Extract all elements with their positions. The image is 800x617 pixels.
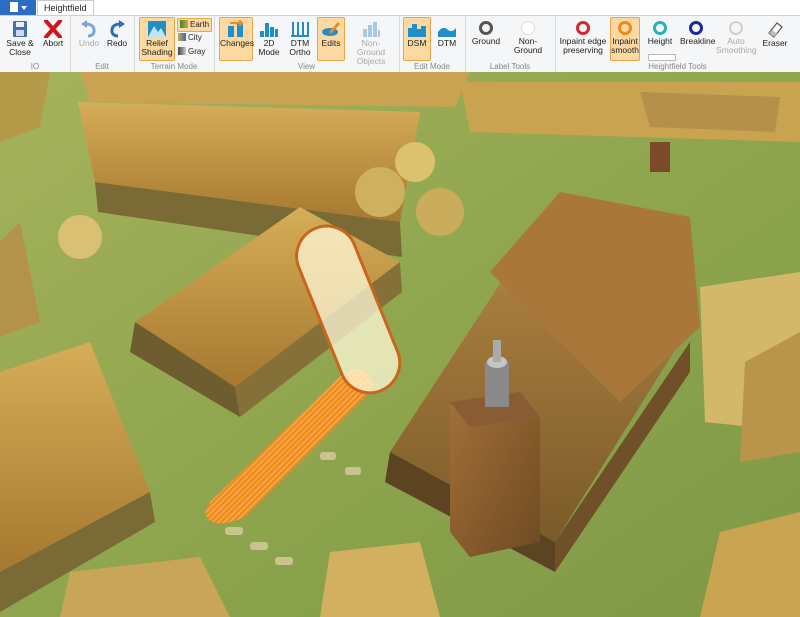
close-icon (44, 20, 62, 38)
undo-label: Undo (78, 38, 100, 48)
2d-mode-button[interactable]: 2D Mode (255, 17, 283, 61)
edits-label: Edits (321, 38, 341, 48)
gray-swatch-icon (178, 47, 186, 55)
ground-circle-icon (479, 21, 493, 35)
auto-smoothing-label: Auto Smoothing (716, 36, 757, 55)
group-label-label-tools: Label Tools (489, 62, 531, 71)
ground-button[interactable]: Ground (469, 17, 503, 61)
group-label-edit-mode: Edit Mode (413, 62, 451, 71)
dsm-label: DSM (407, 38, 427, 48)
edits-icon (322, 22, 340, 36)
eraser-icon (768, 22, 783, 38)
gray-option[interactable]: Gray (178, 46, 205, 58)
group-edit-mode: DSM DTM Edit Mode (399, 16, 466, 72)
group-view: Changes 2D Mode DTM Ortho Edits Non-Grou… (214, 16, 400, 72)
document-icon (10, 2, 18, 12)
app-menu-button[interactable] (0, 0, 36, 15)
dtm-ortho-label: DTM Ortho (289, 38, 311, 57)
save-close-button[interactable]: Save & Close (3, 17, 37, 61)
inpaint-edge-preserving-button[interactable]: Inpaint edge preserving (558, 17, 608, 61)
non-ground-circle-icon (521, 21, 535, 35)
chevron-down-icon (21, 6, 27, 10)
auto-smoothing-circle-icon (729, 21, 743, 35)
terrain-render (0, 72, 800, 617)
redo-button[interactable]: Redo (104, 17, 130, 61)
undo-icon (81, 20, 96, 38)
redo-label: Redo (106, 38, 128, 48)
2d-mode-icon (260, 23, 278, 37)
breakline-label: Breakline (680, 36, 716, 46)
save-close-label: Save & Close (6, 38, 34, 57)
city-swatch-icon (178, 33, 186, 41)
group-label-terrain: Terrain Mode (150, 62, 198, 71)
relief-shading-button[interactable]: Relief Shading (139, 17, 175, 61)
relief-shading-icon (148, 21, 166, 37)
inpaint-edge-circle-icon (576, 21, 590, 35)
abort-label: Abort (42, 38, 64, 48)
inpaint-smooth-circle-icon (618, 21, 632, 35)
height-button[interactable]: Height (643, 17, 677, 61)
group-terrain-mode: Relief Shading Earth City Gray Terrain M… (134, 16, 215, 72)
inpaint-smooth-button[interactable]: Inpaint smooth (610, 17, 640, 61)
undo-button[interactable]: Undo (76, 17, 102, 61)
non-ground-label: Non-Ground (513, 36, 543, 55)
earth-label: Earth (190, 20, 210, 29)
tab-bar: Heightfield (0, 0, 800, 15)
group-label-view: View (297, 62, 316, 71)
save-icon (13, 21, 27, 37)
height-circle-icon (653, 21, 667, 35)
eraser-button[interactable]: Eraser (759, 17, 791, 61)
city-label: City (188, 33, 202, 42)
redo-icon (110, 20, 125, 38)
changes-button[interactable]: Changes (219, 17, 255, 61)
tab-heightfield[interactable]: Heightfield (37, 0, 94, 15)
dtm-ortho-icon (291, 22, 309, 37)
auto-smoothing-button[interactable]: Auto Smoothing (715, 17, 757, 61)
city-option[interactable]: City (178, 32, 202, 44)
group-io: Save & Close Abort IO (0, 16, 71, 72)
heightfield-viewport[interactable] (0, 72, 800, 617)
group-edit: Undo Redo Edit (70, 16, 135, 72)
gray-label: Gray (188, 47, 206, 56)
group-label-edit: Edit (95, 62, 109, 71)
inpaint-smooth-label: Inpaint smooth (611, 36, 639, 55)
non-ground-objects-icon (363, 22, 380, 37)
dsm-button[interactable]: DSM (403, 17, 431, 61)
inpaint-edge-label: Inpaint edge preserving (559, 36, 607, 55)
height-label: Height (647, 36, 673, 46)
abort-button[interactable]: Abort (39, 17, 67, 61)
changes-label: Changes (220, 38, 255, 48)
2d-mode-label: 2D Mode (258, 38, 280, 57)
group-heightfield-tools: Inpaint edge preserving Inpaint smooth H… (555, 16, 800, 72)
breakline-circle-icon (689, 21, 703, 35)
group-label-io: IO (30, 62, 40, 71)
dtm-icon (438, 27, 456, 37)
edits-button[interactable]: Edits (317, 17, 345, 61)
dtm-ortho-button[interactable]: DTM Ortho (285, 17, 315, 61)
breakline-button[interactable]: Breakline (679, 17, 716, 61)
dtm-label: DTM (437, 38, 457, 48)
group-label-tools: Ground Non-Ground Label Tools (465, 16, 556, 72)
non-ground-objects-button[interactable]: Non-Ground Objects (347, 17, 395, 66)
changes-icon (228, 20, 244, 37)
ground-label: Ground (471, 36, 501, 46)
dsm-icon (408, 24, 426, 37)
earth-option[interactable]: Earth (177, 18, 213, 32)
non-ground-button[interactable]: Non-Ground (504, 17, 552, 61)
relief-shading-label: Relief Shading (141, 38, 173, 57)
earth-swatch-icon (180, 20, 188, 28)
group-label-heightfield-tools: Heightfield Tools (648, 62, 707, 71)
height-value-field[interactable] (648, 54, 676, 61)
ribbon: Save & Close Abort IO Undo Redo Edit Rel… (0, 15, 800, 73)
dtm-button[interactable]: DTM (433, 17, 461, 61)
eraser-label: Eraser (762, 38, 788, 48)
